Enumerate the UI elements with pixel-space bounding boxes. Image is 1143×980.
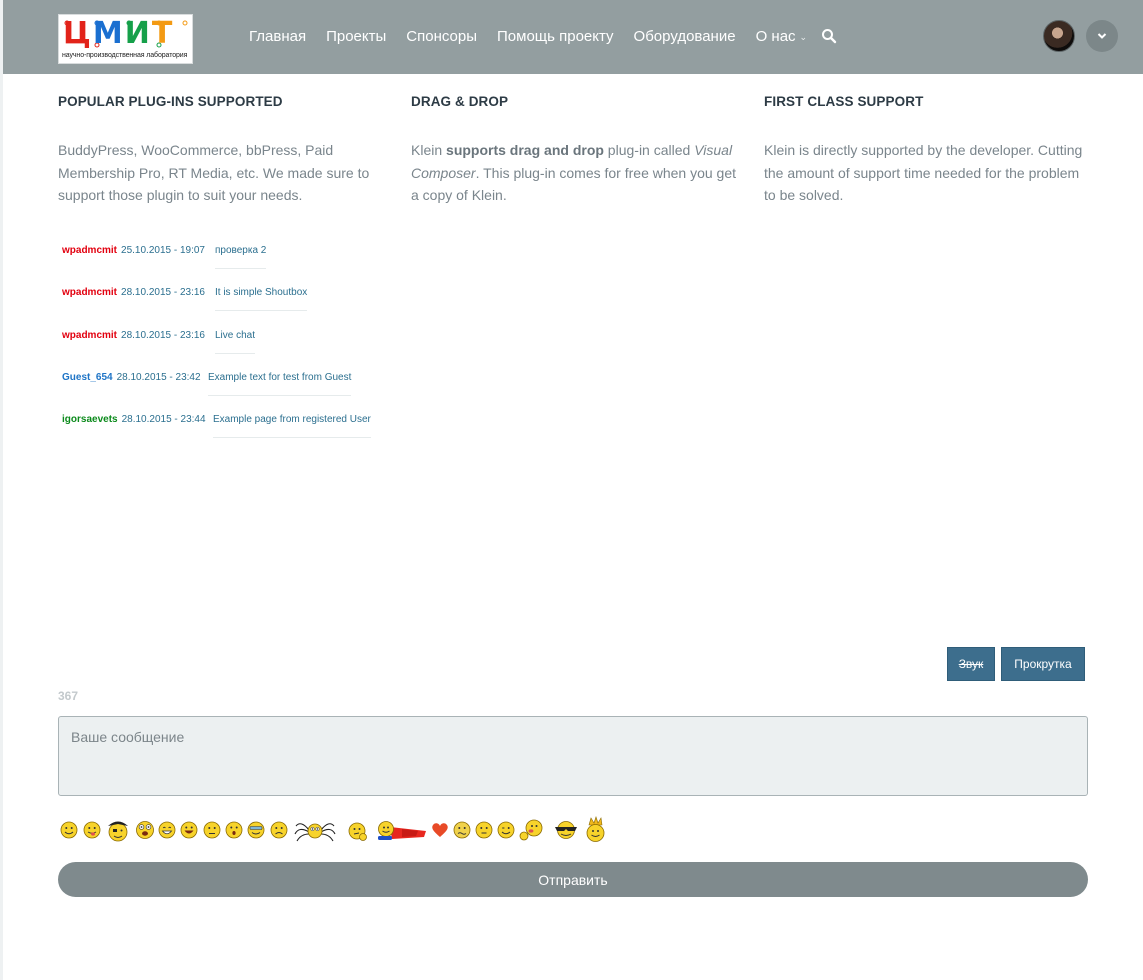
page-left-edge [0, 0, 3, 980]
feature-text: Klein supports drag and drop plug-in cal… [411, 139, 741, 207]
feature-drag-drop: DRAG & DROP Klein supports drag and drop… [411, 94, 741, 207]
shout-meta: wpadmcmit 25.10.2015 - 19:07 [62, 245, 205, 256]
laugh-icon[interactable] [180, 821, 198, 839]
surprised-icon[interactable] [225, 821, 243, 839]
feature-plugins: POPULAR PLUG-INS SUPPORTED BuddyPress, W… [58, 94, 388, 207]
logo-letter-4: Т [151, 16, 175, 51]
shout-timestamp: 25.10.2015 - 19:07 [121, 245, 205, 256]
site-header: ЦМИТ научно-производственная лаборатория… [3, 0, 1143, 74]
nav-item-label: Спонсоры [406, 28, 478, 45]
shout-timestamp: 28.10.2015 - 23:16 [121, 329, 205, 341]
smiley-bar [60, 816, 620, 846]
shout-username[interactable]: igorsaevets [62, 414, 118, 425]
worried-icon[interactable] [203, 821, 221, 839]
site-logo[interactable]: ЦМИТ научно-производственная лаборатория [58, 14, 193, 64]
nav-item-about[interactable]: О нас ⌄ [756, 28, 808, 45]
nav-item-label: Оборудование [633, 28, 736, 45]
shout-username[interactable]: wpadmcmit [62, 330, 117, 341]
shout-message: wpadmcmit 28.10.2015 - 23:16 Live chat [62, 325, 382, 367]
grin-icon[interactable] [158, 821, 176, 839]
feature-title: FIRST CLASS SUPPORT [764, 94, 924, 109]
sunglasses-icon[interactable] [553, 820, 579, 840]
shout-timestamp: 28.10.2015 - 23:16 [121, 287, 205, 299]
shout-timestamp: 28.10.2015 - 23:44 [121, 414, 206, 425]
main-nav: Главная Проекты Спонсоры Помощь проекту … [249, 28, 827, 45]
user-avatar[interactable] [1043, 20, 1075, 52]
feature-text-prefix: Klein [411, 142, 447, 158]
sick-icon[interactable] [453, 821, 471, 839]
nav-item-help-project[interactable]: Помощь проекту [497, 28, 614, 45]
logo-text: ЦМИТ [63, 17, 174, 51]
nav-item-label: Проекты [326, 28, 387, 45]
nav-item-projects[interactable]: Проекты [326, 28, 386, 45]
sound-toggle-button[interactable]: Звук [947, 647, 995, 681]
logo-letter-2: М [92, 16, 125, 51]
nav-item-home[interactable]: Главная [249, 28, 306, 45]
kiss-icon[interactable] [519, 818, 545, 842]
shout-username[interactable]: wpadmcmit [62, 245, 117, 256]
logo-letter-3: И [124, 16, 152, 51]
sad-icon[interactable] [270, 821, 288, 839]
shout-message: Guest_654 28.10.2015 - 23:42 Example text… [62, 367, 382, 409]
nav-item-equipment[interactable]: Оборудование [634, 28, 736, 45]
neutral-icon[interactable] [475, 821, 493, 839]
feature-text-mid: plug-in called [603, 142, 695, 158]
user-menu-toggle[interactable] [1086, 20, 1118, 52]
feature-text-bold: supports drag and drop [446, 142, 604, 158]
shout-meta: Guest_654 28.10.2015 - 23:42 [62, 372, 201, 383]
heart-icon[interactable] [431, 822, 449, 838]
feature-text: Klein is directly supported by the devel… [764, 142, 1083, 203]
superman-icon[interactable] [376, 819, 428, 843]
pirate-icon[interactable] [106, 817, 130, 843]
shout-text: Live chat [215, 330, 256, 354]
shout-text: Example text for test from Guest [208, 372, 352, 396]
shout-message: wpadmcmit 28.10.2015 - 23:16 It is simple… [62, 282, 382, 324]
shout-username[interactable]: Guest_654 [62, 372, 113, 383]
feature-support: FIRST CLASS SUPPORT Klein is directly su… [764, 94, 1094, 207]
shout-username[interactable]: wpadmcmit [62, 287, 117, 298]
feature-title: DRAG & DROP [411, 94, 509, 109]
logo-subtitle: научно-производственная лаборатория [62, 52, 188, 59]
search-button[interactable] [821, 28, 839, 46]
nav-item-label: О нас [755, 28, 796, 45]
king-icon[interactable] [583, 816, 607, 844]
nav-item-sponsors[interactable]: Спонсоры [406, 28, 477, 45]
logo-letter-1: Ц [63, 16, 93, 51]
chevron-down-icon [1097, 33, 1107, 39]
tongue-icon[interactable] [83, 821, 101, 839]
send-button[interactable]: Отправить [58, 862, 1088, 897]
feature-text: BuddyPress, WooCommerce, bbPress, Paid M… [58, 142, 370, 203]
search-icon [822, 29, 837, 44]
shout-text: проверка 2 [215, 245, 267, 269]
message-input[interactable] [58, 716, 1088, 796]
cool-icon[interactable] [247, 821, 265, 839]
shocked-icon[interactable] [135, 820, 155, 840]
shout-meta: igorsaevets 28.10.2015 - 23:44 [62, 414, 206, 425]
scroll-toggle-button[interactable]: Прокрутка [1001, 647, 1085, 681]
spider-icon[interactable] [293, 818, 337, 842]
thinking-icon[interactable] [347, 821, 369, 843]
shout-text: Example page from registered User [213, 414, 371, 438]
wink-icon[interactable] [497, 821, 515, 839]
chevron-down-icon: ⌄ [799, 32, 808, 42]
shout-message: wpadmcmit 25.10.2015 - 19:07 проверка 2 [62, 240, 382, 282]
character-counter: 367 [58, 689, 79, 703]
feature-title: POPULAR PLUG-INS SUPPORTED [58, 94, 283, 109]
smile-icon[interactable] [60, 821, 78, 839]
shout-message: igorsaevets 28.10.2015 - 23:44 Example pa… [62, 409, 382, 451]
shoutbox-messages: wpadmcmit 25.10.2015 - 19:07 проверка 2 w… [62, 240, 382, 451]
shout-meta: wpadmcmit 28.10.2015 - 23:16 [62, 287, 205, 298]
shout-text: It is simple Shoutbox [215, 287, 308, 312]
nav-item-label: Главная [249, 28, 307, 45]
shout-meta: wpadmcmit 28.10.2015 - 23:16 [62, 330, 205, 341]
nav-item-label: Помощь проекту [497, 28, 614, 45]
shout-timestamp: 28.10.2015 - 23:42 [116, 371, 201, 383]
